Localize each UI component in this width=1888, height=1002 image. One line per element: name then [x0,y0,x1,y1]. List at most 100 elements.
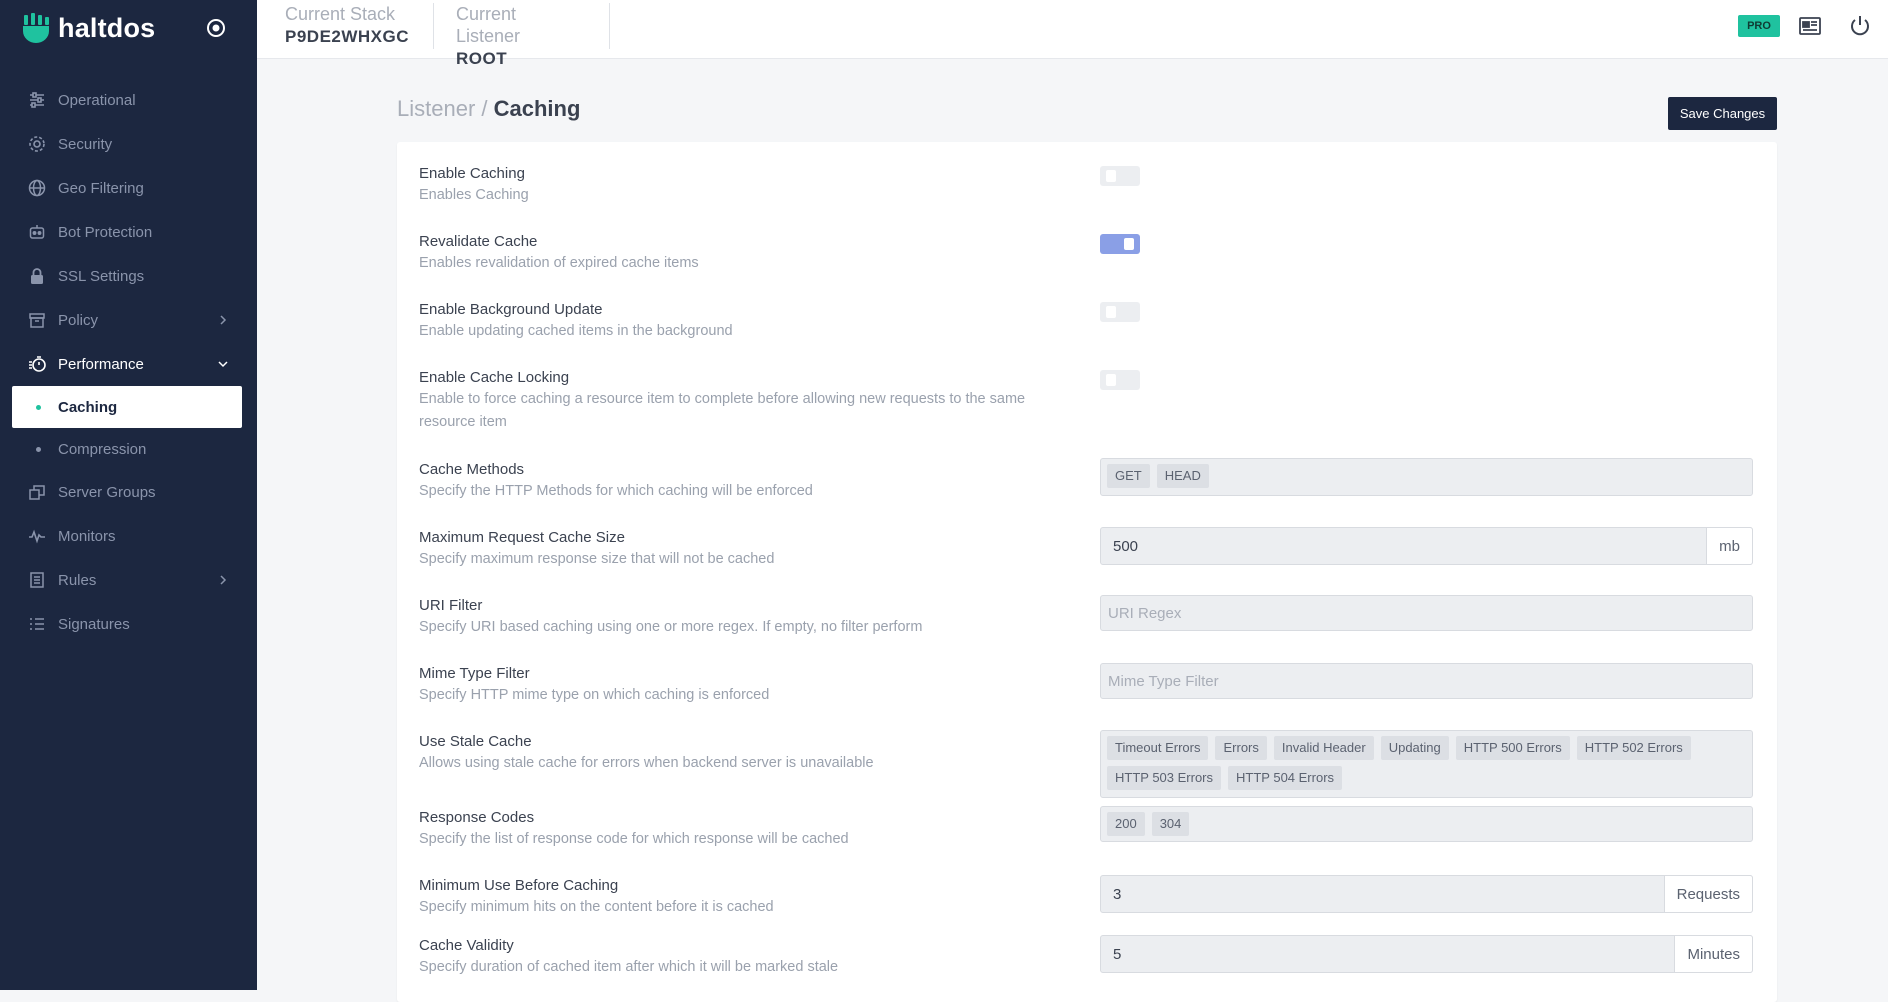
news-icon[interactable] [1798,14,1822,38]
sidebar-item-label: Geo Filtering [58,179,144,197]
sidebar-item-label: Monitors [58,527,116,545]
sidebar-item-bot-protection[interactable]: Bot Protection [0,210,257,254]
lock-icon [31,268,43,284]
tag-chip[interactable]: Updating [1380,736,1449,760]
tag-chip[interactable]: HEAD [1156,464,1209,488]
cache-validity-label: Cache Validity [419,937,514,954]
background-update-label: Enable Background Update [419,301,603,318]
sidebar-item-rules[interactable]: Rules [0,558,257,602]
max-request-size-input[interactable]: 500 mb [1100,527,1753,565]
cache-methods-label: Cache Methods [419,461,525,478]
cache-methods-desc: Specify the HTTP Methods for which cachi… [419,483,813,499]
tag-chip[interactable]: HTTP 504 Errors [1228,766,1343,790]
sidebar-subitem-compression[interactable]: Compression [0,428,257,470]
tag-chip[interactable]: Errors [1215,736,1267,760]
sidebar-item-geo-filtering[interactable]: Geo Filtering [0,166,257,210]
min-use-desc: Specify minimum hits on the content befo… [419,899,774,915]
toggle-knob [1106,306,1116,318]
breadcrumb-separator: / [475,96,494,121]
unit-addon: Minutes [1674,935,1753,973]
breadcrumb: Listener / Caching [397,96,580,122]
max-request-size-value: 500 [1113,538,1139,555]
cache-locking-desc: Enable to force caching a resource item … [419,391,1026,430]
mime-filter-input[interactable]: Mime Type Filter [1100,663,1753,699]
brand-name: haltdos [58,12,156,43]
sidebar-nav: Operational Security Geo Filtering Bot P… [0,78,257,646]
chevron-right-icon [220,575,227,585]
uri-filter-label: URI Filter [419,597,483,614]
stale-cache-label: Use Stale Cache [419,733,532,750]
sidebar-item-ssl-settings[interactable]: SSL Settings [0,254,257,298]
list-icon [30,618,44,630]
cache-locking-label: Enable Cache Locking [419,369,570,386]
sidebar-item-security[interactable]: Security [0,122,257,166]
cache-locking-toggle[interactable] [1100,370,1140,390]
revalidate-cache-toggle[interactable] [1100,234,1140,254]
cache-validity-input[interactable]: 5 Minutes [1100,935,1753,973]
revalidate-cache-label: Revalidate Cache [419,233,538,250]
sidebar-item-label: Policy [58,311,99,329]
sidebar-item-operational[interactable]: Operational [0,78,257,122]
enable-caching-label: Enable Caching [419,165,525,182]
current-stack[interactable]: Current Stack P9DE2WHXGC [285,3,435,49]
sidebar-subitem-caching[interactable]: Caching [12,386,242,428]
response-codes-desc: Specify the list of response code for wh… [419,831,849,847]
tag-chip[interactable]: 200 [1107,812,1145,836]
gear-icon [29,136,45,152]
rules-icon [30,572,44,588]
background-update-toggle[interactable] [1100,302,1140,322]
toggle-knob [1124,238,1134,250]
tag-chip[interactable]: 304 [1151,812,1190,836]
bullet-dot [36,405,41,410]
tag-chip[interactable]: HTTP 503 Errors [1107,766,1222,790]
cache-methods-tag-input[interactable]: GET HEAD [1100,458,1753,496]
current-listener-value: ROOT [456,49,508,68]
response-codes-tag-input[interactable]: 200 304 [1100,806,1753,842]
sidebar-item-label: Performance [58,355,144,373]
current-listener[interactable]: Current Listener ROOT [456,3,610,68]
response-codes-label: Response Codes [419,809,535,826]
stale-cache-tag-input[interactable]: Timeout Errors Errors Invalid Header Upd… [1100,730,1753,798]
enable-caching-desc: Enables Caching [419,187,529,203]
sidebar-item-label: Bot Protection [58,223,153,241]
bullet-dot [36,447,41,452]
sidebar-item-monitors[interactable]: Monitors [0,514,257,558]
min-use-input[interactable]: 3 Requests [1100,875,1753,913]
save-changes-button[interactable]: Save Changes [1668,97,1777,130]
uri-filter-desc: Specify URI based caching using one or m… [419,619,923,635]
breadcrumb-parent[interactable]: Listener [397,96,475,121]
sidebar-item-label: Server Groups [58,483,156,501]
enable-caching-toggle[interactable] [1100,166,1140,186]
sidebar-item-performance[interactable]: Performance [0,342,257,386]
tag-chip[interactable]: Invalid Header [1273,736,1374,760]
min-use-value: 3 [1113,886,1122,903]
sidebar-item-signatures[interactable]: Signatures [0,602,257,646]
sidebar-item-server-groups[interactable]: Server Groups [0,470,257,514]
brand[interactable]: haltdos [22,10,155,46]
logo-icon [23,13,49,43]
current-listener-label: Current Listener [456,4,521,46]
sidebar-item-policy[interactable]: Policy [0,298,257,342]
uri-filter-input[interactable]: URI Regex [1100,595,1753,631]
power-icon[interactable] [1848,14,1872,38]
pro-badge: PRO [1738,15,1780,37]
tag-chip[interactable]: Timeout Errors [1107,736,1209,760]
sidebar-item-label: Rules [58,571,97,589]
top-bar: Current Stack P9DE2WHXGC Current Listene… [257,0,1888,68]
sidebar: haltdos Operational Security Geo Filteri… [0,0,257,990]
chevron-down-icon [218,361,228,368]
uri-filter-placeholder: URI Regex [1108,605,1182,622]
unit-addon: mb [1706,527,1753,565]
max-request-size-desc: Specify maximum response size that will … [419,551,775,567]
tag-chip[interactable]: HTTP 502 Errors [1576,736,1691,760]
mime-filter-desc: Specify HTTP mime type on which caching … [419,687,770,703]
current-stack-label: Current Stack [285,4,396,24]
tag-chip[interactable]: HTTP 500 Errors [1455,736,1570,760]
mime-filter-label: Mime Type Filter [419,665,530,682]
revalidate-cache-desc: Enables revalidation of expired cache it… [419,255,699,271]
tag-chip[interactable]: GET [1107,464,1150,488]
archive-icon [29,313,45,328]
sidebar-item-label: Compression [58,440,147,458]
target-settings-icon[interactable] [204,16,228,40]
globe-icon [28,179,46,197]
